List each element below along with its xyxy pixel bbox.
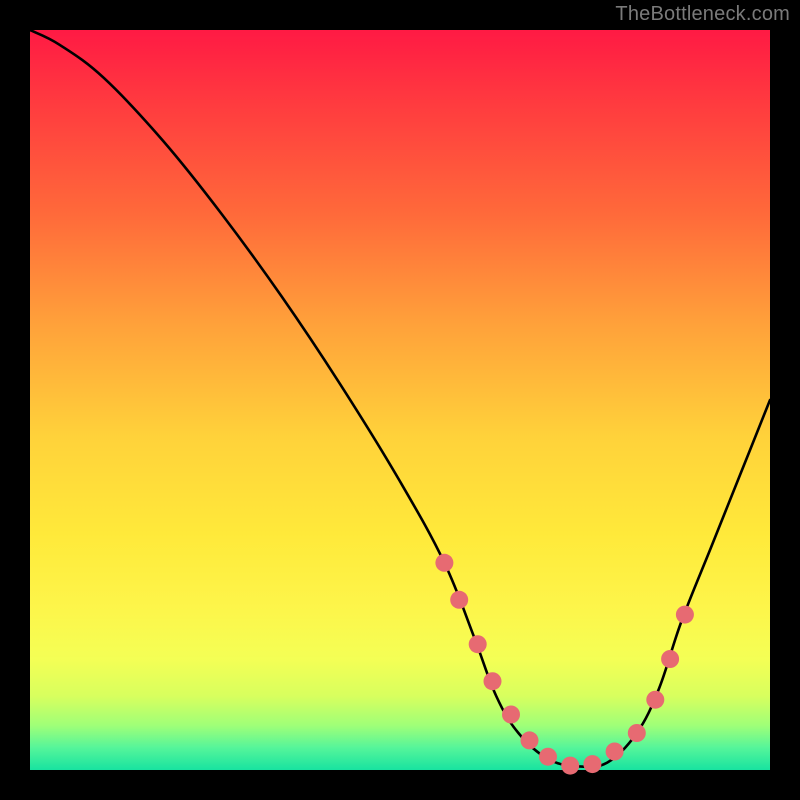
highlight-dot <box>661 650 679 668</box>
highlight-dot <box>676 606 694 624</box>
highlight-dot <box>450 591 468 609</box>
highlight-dot <box>502 706 520 724</box>
highlight-dot <box>628 724 646 742</box>
highlight-dot <box>469 635 487 653</box>
highlight-dot <box>539 748 557 766</box>
highlight-dot <box>606 743 624 761</box>
bottleneck-curve <box>30 30 770 767</box>
highlight-dot <box>583 755 601 773</box>
chart-svg <box>30 30 770 770</box>
highlight-dot <box>521 731 539 749</box>
attribution-label: TheBottleneck.com <box>615 3 790 26</box>
chart-stage: TheBottleneck.com <box>0 0 800 800</box>
highlight-dot <box>646 691 664 709</box>
highlight-dots-group <box>435 554 694 775</box>
highlight-dot <box>435 554 453 572</box>
highlight-dot <box>484 672 502 690</box>
plot-area <box>30 30 770 770</box>
highlight-dot <box>561 757 579 775</box>
